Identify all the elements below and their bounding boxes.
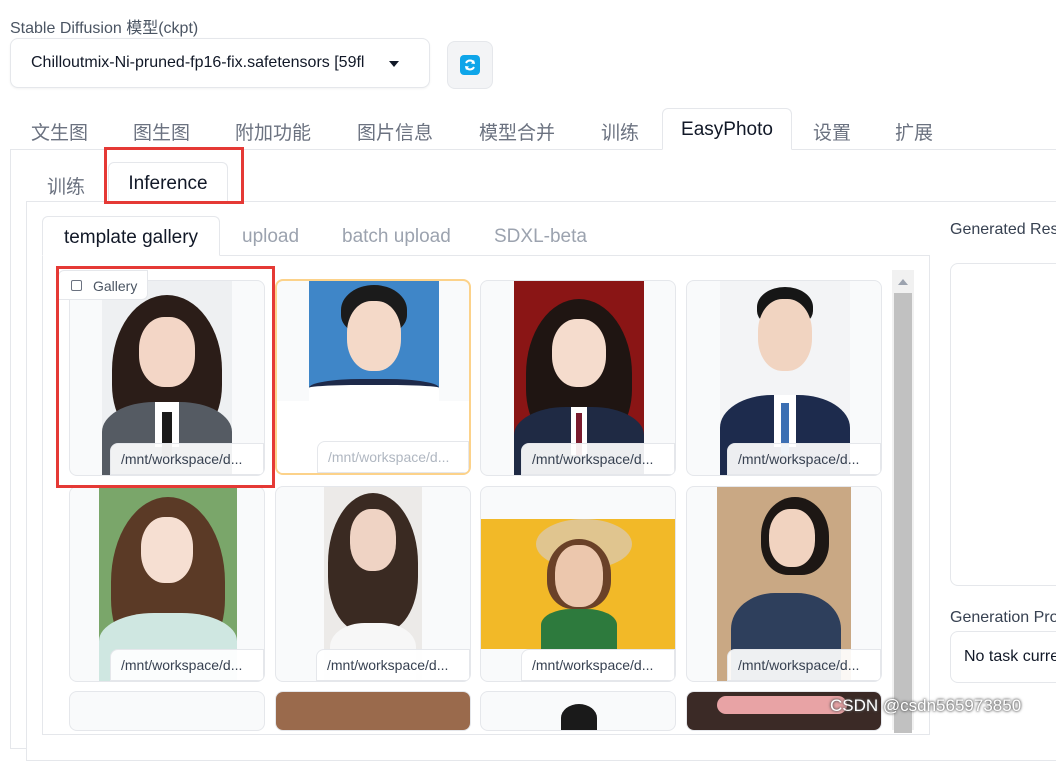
model-label: Stable Diffusion 模型(ckpt) xyxy=(10,20,199,37)
tab-extras[interactable]: 附加功能 xyxy=(235,108,311,150)
gallery-badge: Gallery xyxy=(58,270,148,300)
gallery-item-caption: /mnt/workspace/d... xyxy=(317,441,469,473)
tab-template-gallery[interactable]: template gallery xyxy=(42,216,220,256)
gallery-item[interactable]: /mnt/workspace/d... xyxy=(480,280,676,476)
tab-easyphoto[interactable]: EasyPhoto xyxy=(662,108,792,150)
generation-progress-box: No task curre xyxy=(950,631,1056,683)
tab-txt2img[interactable]: 文生图 xyxy=(31,108,88,150)
gallery-item[interactable] xyxy=(69,691,265,731)
refresh-icon xyxy=(460,55,480,75)
gallery-item[interactable]: /mnt/workspace/d... xyxy=(275,279,471,475)
generation-progress-text: No task curre xyxy=(964,648,1056,665)
gallery-item-caption: /mnt/workspace/d... xyxy=(316,649,470,681)
tab-extensions[interactable]: 扩展 xyxy=(895,108,933,150)
gallery-label: Gallery xyxy=(93,278,138,294)
gallery-item[interactable]: /mnt/workspace/d... xyxy=(686,486,882,682)
gallery-item-caption: /mnt/workspace/d... xyxy=(521,649,675,681)
portrait-image xyxy=(561,704,597,730)
portrait-image xyxy=(309,281,439,401)
tab-upload[interactable]: upload xyxy=(242,216,299,256)
generation-progress-label: Generation Pro xyxy=(950,609,1056,626)
tab-batch-upload[interactable]: batch upload xyxy=(342,216,451,256)
watermark: CSDN @csdn565973850 xyxy=(830,696,1022,715)
model-select[interactable]: Chilloutmix-Ni-pruned-fp16-fix.safetenso… xyxy=(10,38,430,88)
portrait-image xyxy=(276,692,470,730)
tab-img2img[interactable]: 图生图 xyxy=(133,108,190,150)
image-icon xyxy=(71,280,82,291)
generated-results-box xyxy=(950,263,1056,586)
gallery-item[interactable]: /mnt/workspace/d... xyxy=(69,486,265,682)
gallery-item[interactable]: /mnt/workspace/d... xyxy=(275,486,471,682)
main-tab-bar: 文生图 图生图 附加功能 图片信息 模型合并 训练 EasyPhoto 设置 扩… xyxy=(10,108,1056,150)
tab-png-info[interactable]: 图片信息 xyxy=(357,108,433,150)
chevron-down-icon xyxy=(389,61,399,67)
gallery-item[interactable]: /mnt/workspace/d... xyxy=(686,280,882,476)
scroll-up-icon[interactable] xyxy=(898,279,908,285)
gallery-item-caption: /mnt/workspace/d... xyxy=(727,649,881,681)
gallery-item[interactable] xyxy=(480,691,676,731)
gallery-item-caption: /mnt/workspace/d... xyxy=(727,443,881,475)
tab-train[interactable]: 训练 xyxy=(601,108,639,150)
generated-results-label: Generated Res xyxy=(950,221,1056,238)
model-select-value: Chilloutmix-Ni-pruned-fp16-fix.safetenso… xyxy=(31,54,365,71)
gallery-item[interactable]: /mnt/workspace/d... xyxy=(480,486,676,682)
portrait-image xyxy=(481,519,675,649)
gallery-item[interactable] xyxy=(275,691,471,731)
gallery-item-caption: /mnt/workspace/d... xyxy=(110,443,264,475)
subtab-train[interactable]: 训练 xyxy=(47,162,85,202)
tab-sdxl-beta[interactable]: SDXL-beta xyxy=(494,216,587,256)
gallery-item-caption: /mnt/workspace/d... xyxy=(110,649,264,681)
scrollbar-thumb[interactable] xyxy=(894,293,912,733)
refresh-button[interactable] xyxy=(447,41,493,89)
tab-checkpoint-merger[interactable]: 模型合并 xyxy=(479,108,555,150)
gallery-item-caption: /mnt/workspace/d... xyxy=(521,443,675,475)
gallery-item[interactable]: /mnt/workspace/d... xyxy=(69,280,265,476)
subtab-inference[interactable]: Inference xyxy=(108,162,228,202)
tab-settings[interactable]: 设置 xyxy=(813,108,851,150)
